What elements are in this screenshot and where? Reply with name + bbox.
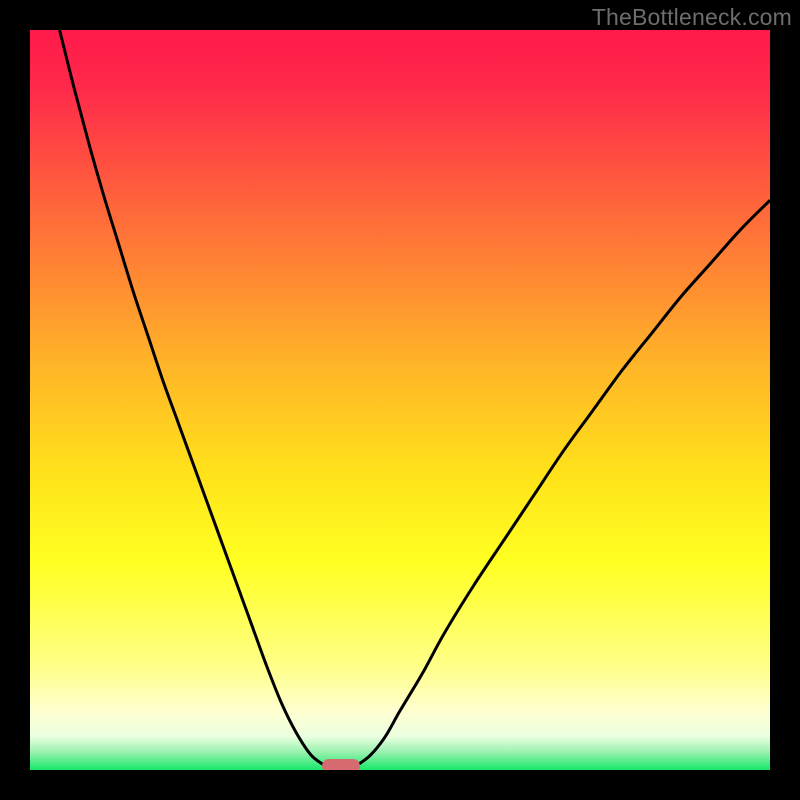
watermark-text: TheBottleneck.com xyxy=(592,4,792,31)
chart-frame: TheBottleneck.com xyxy=(0,0,800,800)
gradient-background xyxy=(30,30,770,770)
gradient-chart xyxy=(30,30,770,770)
minimum-marker xyxy=(322,759,360,770)
plot-area xyxy=(30,30,770,770)
